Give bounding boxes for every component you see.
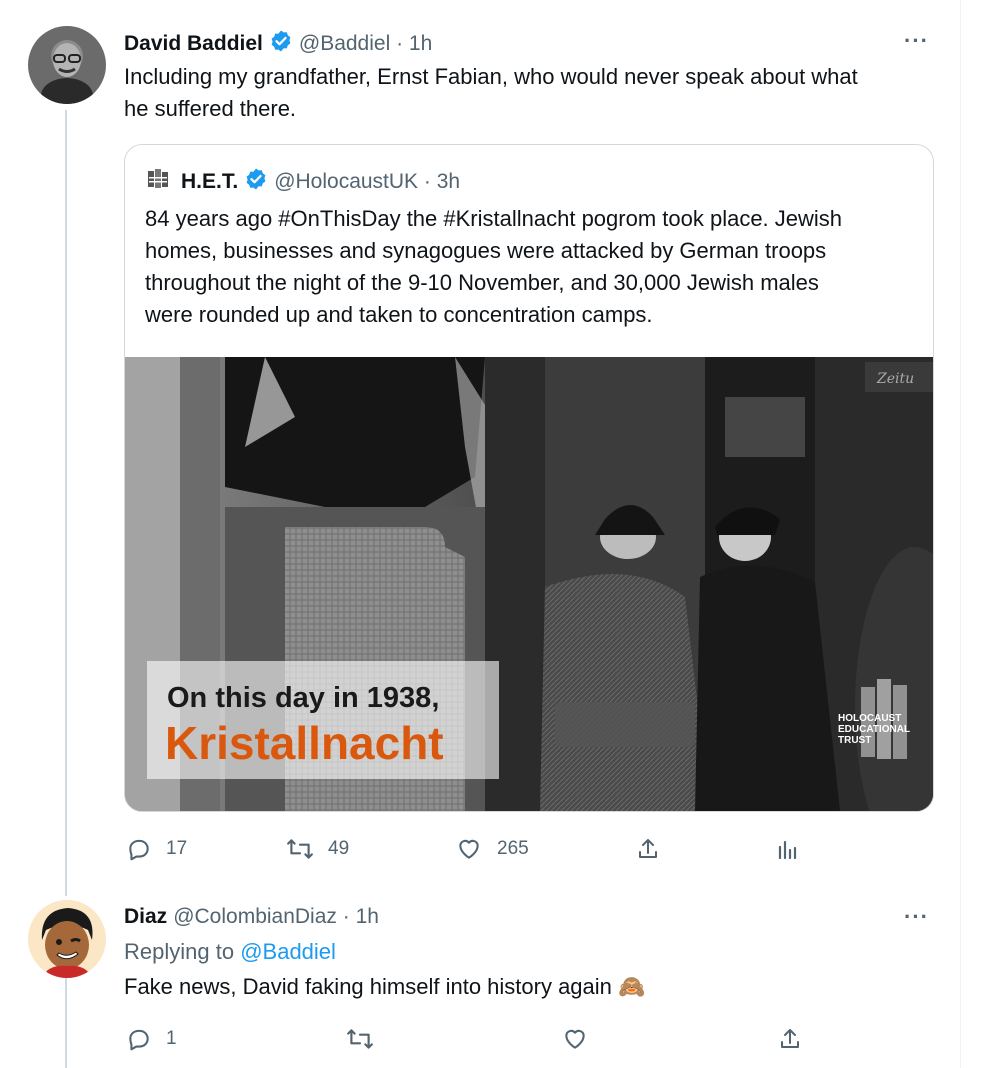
share-icon [781, 1029, 799, 1048]
thread-line [65, 110, 67, 896]
reply-button[interactable]: 1 [126, 1026, 177, 1052]
het-logo-icon [147, 168, 169, 196]
logo-text-line-1: HOLOCAUST [838, 713, 901, 724]
quoted-text-line: were rounded up and taken to concentrati… [145, 302, 653, 327]
tweet-text-line: Including my grandfather, Ernst Fabian, … [124, 64, 858, 89]
share-button[interactable] [636, 836, 660, 862]
retweet-count: 49 [328, 838, 350, 859]
retweet-icon [347, 1029, 373, 1049]
verified-badge-icon [269, 29, 293, 59]
tweet-text: Including my grandfather, Ernst Fabian, … [124, 61, 944, 125]
avatar-david-baddiel-image [28, 26, 106, 104]
retweet-button[interactable] [346, 1026, 374, 1052]
heart-icon [565, 1029, 585, 1049]
quoted-tweet-header: H.E.T. @HolocaustUK · 3h [147, 167, 460, 197]
share-icon [639, 839, 657, 858]
analytics-icon [778, 840, 797, 860]
logo-text-line-3: TRUST [838, 735, 871, 746]
avatar-diaz-cartoon-image [28, 900, 106, 978]
reply-count: 1 [166, 1028, 177, 1049]
tweet-text-line: he suffered there. [124, 96, 297, 121]
author-handle[interactable]: @Baddiel [299, 32, 390, 56]
tweet-header: David Baddiel @Baddiel · 1h [124, 29, 432, 59]
replying-to-link[interactable]: @Baddiel [240, 939, 336, 964]
quoted-text-line: throughout the night of the 9-10 Novembe… [145, 270, 819, 295]
replying-to-line: Replying to @Baddiel [124, 936, 336, 968]
like-button[interactable]: 265 [455, 836, 529, 862]
retweet-button[interactable]: 49 [286, 836, 349, 862]
author-name[interactable]: David Baddiel [124, 32, 263, 56]
quoted-tweet-card[interactable]: H.E.T. @HolocaustUK · 3h 84 years ago #O… [124, 144, 934, 812]
quoted-tweet-text: 84 years ago #OnThisDay the #Kristallnac… [145, 203, 915, 331]
share-button[interactable] [778, 1026, 802, 1052]
heart-icon [459, 839, 479, 859]
thread-line-lower [65, 978, 67, 1068]
caption-line-1: On this day in 1938, [167, 682, 439, 714]
replying-to-prefix: Replying to [124, 939, 235, 964]
retweet-icon [287, 839, 313, 859]
reply-tweet-header: Diaz @ColombianDiaz · 1h [124, 905, 379, 929]
reply-tweet-timestamp[interactable]: 1h [356, 905, 379, 929]
quoted-text-line: 84 years ago #OnThisDay the #Kristallnac… [145, 206, 843, 231]
like-button[interactable] [561, 1026, 589, 1052]
reply-icon [129, 839, 149, 861]
kristallnacht-photo[interactable]: Zeitu On this day in 1938, Kristallnacht… [125, 357, 933, 811]
reply-author-handle[interactable]: @ColombianDiaz [173, 905, 337, 929]
quoted-text-line: homes, businesses and synagogues were at… [145, 238, 827, 263]
timeline-border [960, 0, 961, 1068]
see-no-evil-monkey-icon: 🙈 [618, 974, 646, 999]
verified-badge-icon [244, 167, 268, 197]
reply-author-name[interactable]: Diaz [124, 905, 167, 929]
avatar[interactable] [28, 26, 106, 104]
quoted-author-handle[interactable]: @HolocaustUK [274, 170, 418, 194]
more-options-button[interactable]: ··· [904, 904, 929, 930]
tweet-timestamp[interactable]: 1h [409, 32, 432, 56]
logo-text-line-2: EDUCATIONAL [838, 724, 910, 735]
separator-dot: · [390, 32, 409, 55]
separator-dot: · [418, 170, 437, 193]
separator-dot: · [336, 905, 356, 928]
quoted-tweet-timestamp[interactable]: 3h [437, 170, 460, 194]
analytics-button[interactable] [776, 836, 800, 862]
like-count: 265 [497, 838, 529, 859]
reply-button[interactable]: 17 [126, 836, 187, 862]
shop-sign-text: Zeitu [876, 371, 914, 387]
caption-line-2: Kristallnacht [165, 717, 444, 769]
reply-tweet-text: Fake news, David faking himself into his… [124, 971, 645, 1003]
reply-count: 17 [166, 838, 188, 859]
avatar[interactable] [28, 900, 106, 978]
reply-icon [129, 1029, 149, 1051]
reply-text: Fake news, David faking himself into his… [124, 974, 612, 999]
more-options-button[interactable]: ··· [904, 28, 929, 54]
quoted-author-name[interactable]: H.E.T. [181, 170, 238, 194]
